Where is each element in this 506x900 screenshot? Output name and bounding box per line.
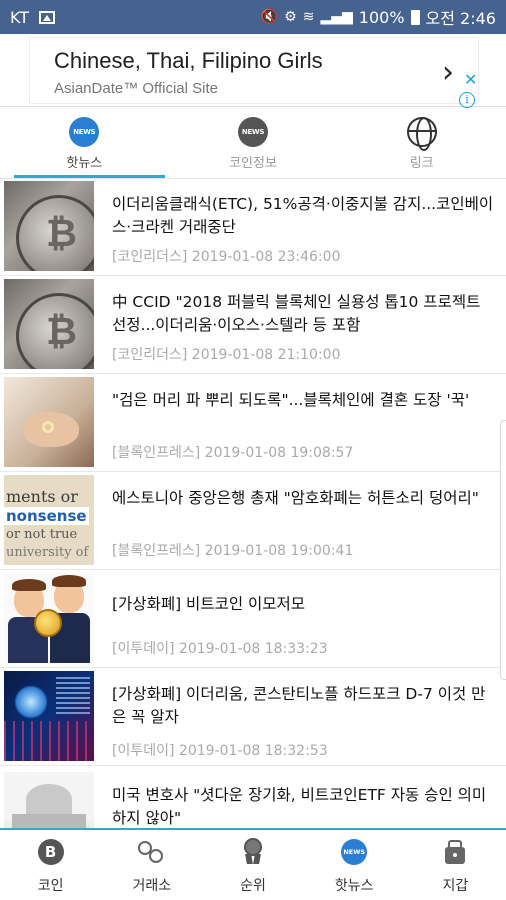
wifi-icon: ≋ — [302, 9, 315, 25]
news-title: 中 CCID "2018 퍼블릭 블록체인 실용성 톱10 프로젝트 선정...… — [112, 293, 481, 334]
ad-card[interactable]: Chinese, Thai, Filipino Girls AsianDate™… — [29, 37, 479, 104]
ad-title[interactable]: Chinese, Thai, Filipino Girls — [54, 48, 323, 74]
scroll-indicator[interactable] — [500, 420, 506, 680]
news-item[interactable]: 미국 변호사 "셧다운 장기화, 비트코인ETF 자동 승인 의미하지 않아" — [0, 770, 506, 828]
news-datetime: 2019-01-08 19:08:57 — [204, 445, 354, 461]
news-meta: [블록인프레스] 2019-01-08 19:08:57 — [112, 442, 353, 462]
bitcoin-icon: B — [37, 839, 64, 865]
ad-close-icon[interactable]: ✕ — [464, 70, 477, 89]
news-item[interactable]: [가상화폐] 이더리움, 콘스탄티노플 하드포크 D-7 이것 만은 꼭 알자 … — [0, 669, 506, 766]
news-item[interactable]: ₿ 中 CCID "2018 퍼블릭 블록체인 실용성 톱10 프로젝트 선정.… — [0, 277, 506, 374]
news-source: [블록인프레스] — [112, 543, 201, 559]
news-meta: [블록인프레스] 2019-01-08 19:00:41 — [112, 540, 353, 560]
tab-links[interactable]: 링크 — [337, 108, 506, 178]
wallet-icon — [444, 839, 466, 865]
battery-icon — [410, 9, 420, 25]
news-source: [이투데이] — [112, 641, 175, 657]
nav-ranking[interactable]: 순위 — [202, 830, 303, 900]
tab-label: 코인정보 — [229, 156, 277, 171]
clock: 오전 2:46 — [425, 9, 496, 28]
thumb-text: or not true — [6, 527, 78, 542]
news-meta: [이투데이] 2019-01-08 18:33:23 — [112, 638, 328, 658]
ad-info-icon[interactable]: i — [459, 92, 475, 108]
thumb-text: university of — [6, 545, 89, 560]
nav-label: 지갑 — [442, 878, 469, 894]
news-datetime: 2019-01-08 18:32:53 — [178, 743, 328, 759]
news-badge-icon: NEWS — [238, 117, 268, 147]
news-badge-icon: NEWS — [69, 117, 100, 147]
tab-label: 링크 — [409, 156, 434, 171]
globe-cursor-icon — [406, 117, 437, 151]
news-thumbnail — [4, 671, 94, 761]
nav-label: 순위 — [240, 878, 266, 894]
news-datetime: 2019-01-08 23:46:00 — [191, 249, 341, 265]
news-title: "검은 머리 파 뿌리 되도록"...블록체인에 결혼 도장 '꾹' — [112, 391, 470, 409]
tab-coin-info[interactable]: NEWS 코인정보 — [169, 108, 338, 178]
bottom-nav: B 코인 거래소 순위 NEWS 핫뉴스 지갑 — [0, 828, 506, 900]
news-thumbnail: ₿ — [4, 279, 94, 369]
medal-icon — [242, 838, 264, 866]
signal-icon: ▂▄▆ — [320, 9, 353, 25]
carrier-label: KT — [10, 7, 30, 27]
ad-arrow-icon[interactable]: › — [442, 58, 454, 88]
nav-label: 거래소 — [132, 878, 172, 894]
ad-subtitle: AsianDate™ Official Site — [54, 80, 218, 97]
settings-gear-icon: ⚙ — [284, 9, 297, 25]
news-meta: [코인리더스] 2019-01-08 23:46:00 — [112, 246, 340, 266]
news-thumbnail — [4, 377, 94, 467]
news-title: [가상화폐] 이더리움, 콘스탄티노플 하드포크 D-7 이것 만은 꼭 알자 — [112, 685, 486, 726]
news-source: [블록인프레스] — [112, 445, 201, 461]
news-title: 미국 변호사 "셧다운 장기화, 비트코인ETF 자동 승인 의미하지 않아" — [112, 786, 487, 827]
news-badge-icon: NEWS — [341, 839, 368, 865]
thumb-text: nonsense — [4, 507, 89, 525]
status-bar: KT 🔇 ⚙ ≋ ▂▄▆ 100% 오전 2:46 — [0, 0, 506, 34]
news-datetime: 2019-01-08 21:10:00 — [191, 347, 341, 363]
nav-label: 코인 — [37, 878, 64, 894]
news-item[interactable]: ₿ 이더리움클래식(ETC), 51%공격·이중지불 감지...코인베이스·크라… — [0, 179, 506, 276]
news-thumbnail: ₿ — [4, 181, 94, 271]
exchange-coins-icon — [137, 839, 166, 865]
tab-label: 핫뉴스 — [66, 156, 103, 171]
news-item[interactable]: ments or beli nonsense or not true unive… — [0, 473, 506, 570]
nav-label: 핫뉴스 — [334, 878, 374, 894]
news-meta: [코인리더스] 2019-01-08 21:10:00 — [112, 344, 340, 364]
news-meta: [이투데이] 2019-01-08 18:32:53 — [112, 740, 328, 760]
news-datetime: 2019-01-08 19:00:41 — [204, 543, 354, 559]
news-source: [코인리더스] — [112, 249, 188, 265]
news-title: [가상화폐] 비트코인 이모저모 — [112, 595, 306, 613]
news-thumbnail: ments or beli nonsense or not true unive… — [4, 475, 94, 565]
news-item[interactable]: [가상화폐] 비트코인 이모저모 [이투데이] 2019-01-08 18:33… — [0, 571, 506, 668]
nav-exchange[interactable]: 거래소 — [101, 830, 202, 900]
news-item[interactable]: "검은 머리 파 뿌리 되도록"...블록체인에 결혼 도장 '꾹' [블록인프… — [0, 375, 506, 472]
news-list[interactable]: ₿ 이더리움클래식(ETC), 51%공격·이중지불 감지...코인베이스·크라… — [0, 179, 506, 828]
tab-hot-news[interactable]: NEWS 핫뉴스 — [0, 108, 169, 178]
nav-coin[interactable]: B 코인 — [0, 830, 101, 900]
news-thumbnail — [4, 772, 94, 828]
news-source: [코인리더스] — [112, 347, 188, 363]
news-title: 에스토니아 중앙은행 총재 "암호화폐는 허튼소리 덩어리" — [112, 489, 479, 507]
news-thumbnail — [4, 573, 94, 663]
nav-hot-news[interactable]: NEWS 핫뉴스 — [304, 830, 405, 900]
ad-banner[interactable]: Chinese, Thai, Filipino Girls AsianDate™… — [0, 34, 506, 108]
battery-percent: 100% — [358, 7, 405, 27]
nav-wallet[interactable]: 지갑 — [405, 830, 506, 900]
gallery-notification-icon — [39, 10, 56, 24]
top-tabs: NEWS 핫뉴스 NEWS 코인정보 링크 — [0, 108, 506, 178]
news-title: 이더리움클래식(ETC), 51%공격·이중지불 감지...코인베이스·크라켄 … — [112, 195, 494, 236]
news-datetime: 2019-01-08 18:33:23 — [178, 641, 328, 657]
news-source: [이투데이] — [112, 743, 175, 759]
mute-icon: 🔇 — [260, 9, 279, 25]
